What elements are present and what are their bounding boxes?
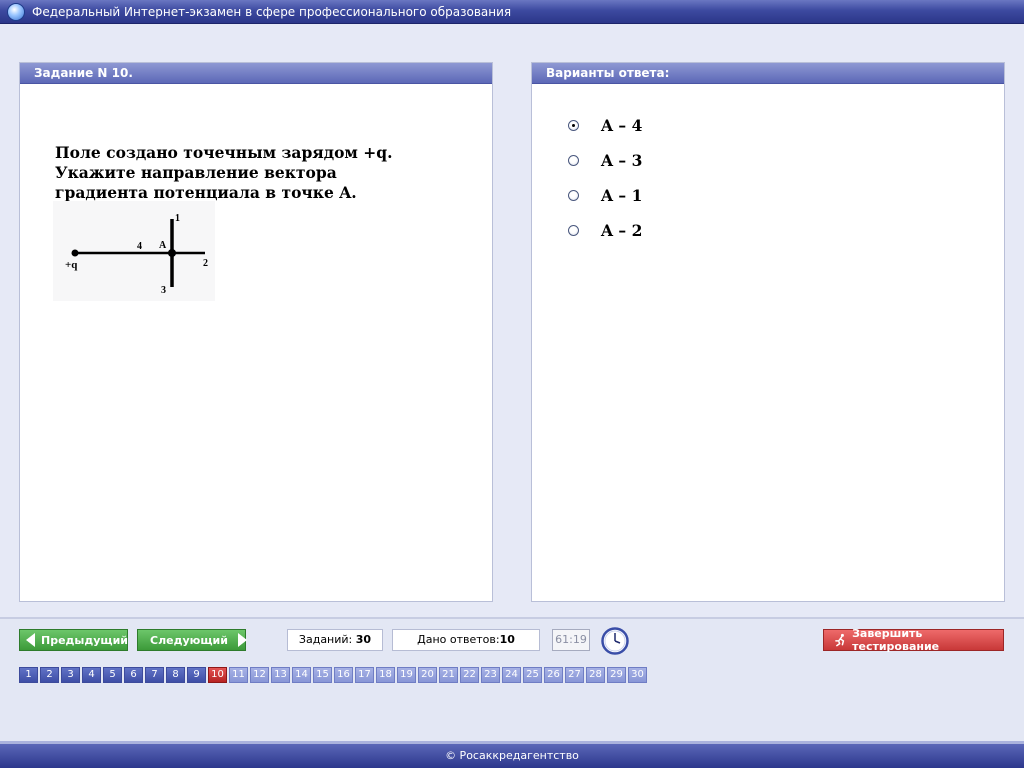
page-button-9[interactable]: 9 <box>187 667 206 683</box>
page-button-25[interactable]: 25 <box>523 667 542 683</box>
page-button-28[interactable]: 28 <box>586 667 605 683</box>
question-pager: 1 2 3 4 5 6 7 8 9 10 11 12 13 14 15 16 17 18 19 20 21 22 23 24 2… <box>19 667 649 683</box>
page-button-11[interactable]: 11 <box>229 667 248 683</box>
task-header: Задание N 10. <box>20 63 492 84</box>
page-button-14[interactable]: 14 <box>292 667 311 683</box>
page-button-16[interactable]: 16 <box>334 667 353 683</box>
answered-count: Дано ответов:10 <box>392 629 540 651</box>
next-button[interactable]: Следующий <box>137 629 247 651</box>
answered-count-label: Дано ответов: <box>417 633 500 646</box>
clock-icon <box>601 627 629 655</box>
running-man-icon <box>835 633 845 647</box>
page-button-18[interactable]: 18 <box>376 667 395 683</box>
charge-label: +q <box>65 259 78 271</box>
page-button-10[interactable]: 10 <box>208 667 227 683</box>
tasks-count-label: Заданий: <box>298 633 353 646</box>
answer-option-2[interactable]: A – 3 <box>568 150 642 170</box>
page-button-23[interactable]: 23 <box>481 667 500 683</box>
page-button-26[interactable]: 26 <box>544 667 563 683</box>
page-button-20[interactable]: 20 <box>418 667 437 683</box>
page-button-17[interactable]: 17 <box>355 667 374 683</box>
page-button-29[interactable]: 29 <box>607 667 626 683</box>
radio-button[interactable] <box>568 189 579 201</box>
page-button-5[interactable]: 5 <box>103 667 122 683</box>
radio-button[interactable] <box>568 224 579 236</box>
page-button-30[interactable]: 30 <box>628 667 647 683</box>
page-button-4[interactable]: 4 <box>82 667 101 683</box>
direction-label-4: 4 <box>137 241 142 252</box>
answer-option-1[interactable]: A – 4 <box>568 115 642 135</box>
page-button-21[interactable]: 21 <box>439 667 458 683</box>
page-button-13[interactable]: 13 <box>271 667 290 683</box>
arrow-left-icon <box>26 633 35 647</box>
answered-count-value: 10 <box>499 633 515 646</box>
radio-button[interactable] <box>568 154 579 166</box>
answer-option-4[interactable]: A – 2 <box>568 220 642 240</box>
page-button-3[interactable]: 3 <box>61 667 80 683</box>
window-titlebar: Федеральный Интернет-экзамен в сфере про… <box>0 0 1024 24</box>
answer-label: A – 2 <box>601 220 643 240</box>
page-button-2[interactable]: 2 <box>40 667 59 683</box>
previous-button-label: Предыдущий <box>41 633 129 647</box>
previous-button[interactable]: Предыдущий <box>19 629 128 651</box>
page-button-7[interactable]: 7 <box>145 667 164 683</box>
page-button-6[interactable]: 6 <box>124 667 143 683</box>
task-panel: Задание N 10. Поле создано точечным заря… <box>19 62 493 602</box>
point-a-label: A <box>159 240 167 251</box>
direction-label-2: 2 <box>203 258 208 269</box>
charge-dot <box>71 249 79 257</box>
radio-button[interactable] <box>568 119 579 131</box>
finish-test-label: Завершить тестирование <box>852 627 940 653</box>
page-button-24[interactable]: 24 <box>502 667 521 683</box>
app-globe-icon <box>8 4 24 20</box>
page-button-22[interactable]: 22 <box>460 667 479 683</box>
page-button-15[interactable]: 15 <box>313 667 332 683</box>
answer-label: A – 3 <box>601 150 643 170</box>
direction-label-3: 3 <box>161 285 166 296</box>
task-figure: +q A 1 2 3 4 <box>53 201 215 305</box>
point-a-dot <box>168 249 176 257</box>
answer-label: A – 1 <box>601 185 643 205</box>
answers-panel: Варианты ответа: A – 4 A – 3 A – 1 A – 2 <box>531 62 1005 602</box>
timer-display: 61:19 <box>552 629 590 651</box>
window-title: Федеральный Интернет-экзамен в сфере про… <box>32 5 512 19</box>
footer: © Росаккредагентство <box>0 741 1024 768</box>
tasks-count-value: 30 <box>355 633 372 646</box>
direction-label-1: 1 <box>175 213 180 224</box>
page-button-8[interactable]: 8 <box>166 667 185 683</box>
question-text: Поле создано точечным зарядом +q. Укажит… <box>55 143 393 202</box>
arrow-right-icon <box>237 633 247 647</box>
page-button-1[interactable]: 1 <box>19 667 38 683</box>
page-button-27[interactable]: 27 <box>565 667 584 683</box>
next-button-label: Следующий <box>150 633 228 647</box>
tasks-count: Заданий: 30 <box>287 629 383 651</box>
finish-test-button[interactable]: Завершить тестирование <box>823 627 1004 653</box>
page-button-12[interactable]: 12 <box>250 667 269 683</box>
answer-label: A – 4 <box>601 115 643 135</box>
field-diagram: +q A 1 2 3 4 <box>53 201 215 301</box>
answers-header: Варианты ответа: <box>532 63 1004 84</box>
page-button-19[interactable]: 19 <box>397 667 416 683</box>
answer-option-3[interactable]: A – 1 <box>568 185 642 205</box>
